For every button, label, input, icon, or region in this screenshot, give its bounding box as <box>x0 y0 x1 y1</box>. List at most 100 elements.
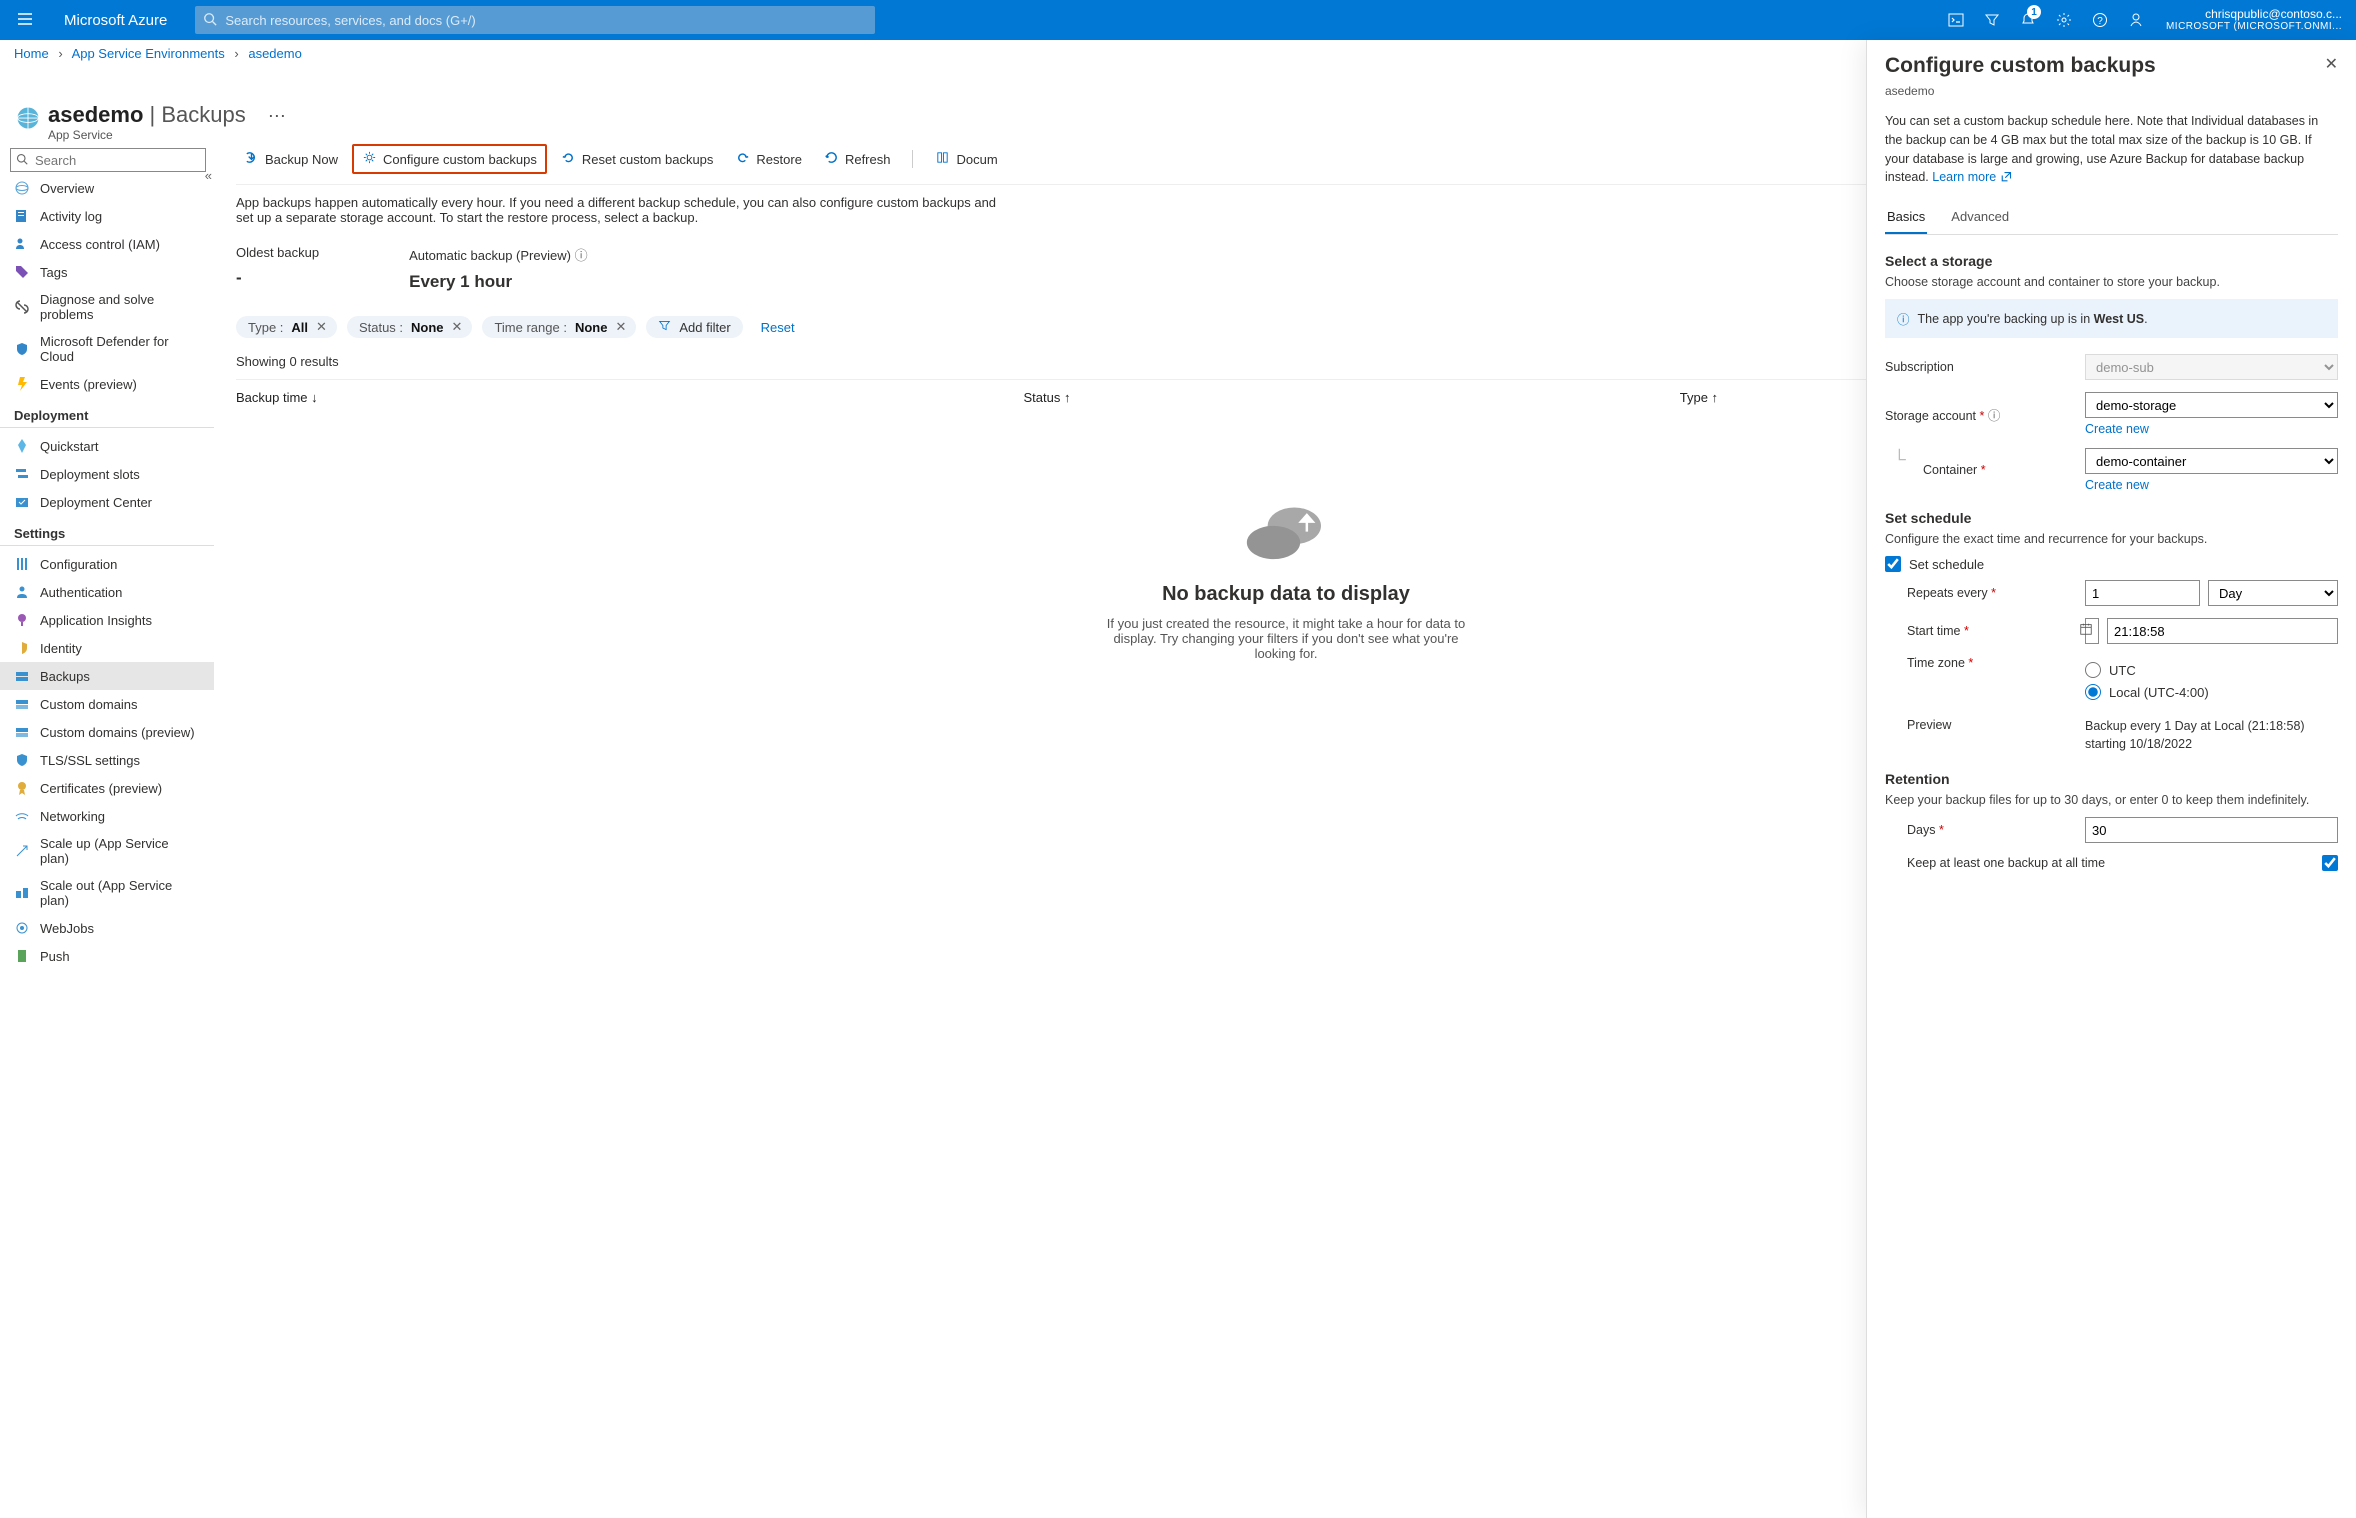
refresh-button[interactable]: Refresh <box>816 146 899 172</box>
cloud-shell-icon[interactable] <box>1940 0 1972 40</box>
account-email: chrisqpublic@contoso.c... <box>2166 7 2342 21</box>
sidebar-item-configuration[interactable]: Configuration <box>0 550 214 578</box>
sidebar-item-push[interactable]: Push <box>0 942 214 970</box>
iam-icon <box>14 236 30 252</box>
sidebar-item-scale-up[interactable]: Scale up (App Service plan) <box>0 830 214 872</box>
container-label: └ Container * <box>1885 463 2085 477</box>
tab-basics[interactable]: Basics <box>1885 201 1927 234</box>
brand-label: Microsoft Azure <box>44 12 187 29</box>
restore-button[interactable]: Restore <box>727 146 810 172</box>
notifications-icon[interactable]: 1 <box>2012 0 2044 40</box>
domains-preview-icon <box>14 724 30 740</box>
remove-filter-icon[interactable]: ✕ <box>316 319 327 335</box>
overview-icon <box>14 180 30 196</box>
info-icon[interactable]: ⓘ <box>1988 409 2001 423</box>
sidebar-item-deployment-center[interactable]: Deployment Center <box>0 488 214 516</box>
sidebar-item-tls-ssl[interactable]: TLS/SSL settings <box>0 746 214 774</box>
repeats-value-input[interactable] <box>2085 580 2200 606</box>
start-time-label: Start time * <box>1907 624 2085 638</box>
hamburger-menu[interactable] <box>6 10 44 31</box>
column-backup-time[interactable]: Backup time ↓ <box>236 390 1024 405</box>
retention-section-heading: Retention <box>1885 771 2338 787</box>
calendar-icon[interactable] <box>2079 622 2093 639</box>
sidebar-item-custom-domains[interactable]: Custom domains <box>0 690 214 718</box>
more-actions-icon[interactable]: ⋯ <box>252 106 286 126</box>
close-blade-button[interactable]: ✕ <box>2325 54 2338 74</box>
filter-chip-type[interactable]: Type : All✕ <box>236 316 337 338</box>
start-time-input[interactable] <box>2107 618 2338 644</box>
info-icon[interactable]: ⓘ <box>575 248 588 263</box>
sidebar-item-certificates[interactable]: Certificates (preview) <box>0 774 214 802</box>
page-description: App backups happen automatically every h… <box>236 185 1016 235</box>
schedule-section-desc: Configure the exact time and recurrence … <box>1885 532 2338 546</box>
subscription-select: demo-sub <box>2085 354 2338 380</box>
timezone-local-radio[interactable]: Local (UTC-4:00) <box>2085 684 2338 700</box>
backups-icon <box>14 668 30 684</box>
create-new-container-link[interactable]: Create new <box>2085 478 2149 492</box>
filter-chip-status[interactable]: Status : None✕ <box>347 316 472 338</box>
configure-custom-backups-button[interactable]: Configure custom backups <box>352 144 547 174</box>
sidebar-item-backups[interactable]: Backups <box>0 662 214 690</box>
sidebar-item-access-control[interactable]: Access control (IAM) <box>0 230 214 258</box>
sidebar-item-authentication[interactable]: Authentication <box>0 578 214 606</box>
notification-badge: 1 <box>2027 5 2041 19</box>
refresh-icon <box>824 150 839 168</box>
sidebar-item-app-insights[interactable]: Application Insights <box>0 606 214 634</box>
collapse-sidebar-icon[interactable]: « <box>205 168 212 183</box>
storage-account-select[interactable]: demo-storage <box>2085 392 2338 418</box>
sidebar-item-quickstart[interactable]: Quickstart <box>0 432 214 460</box>
sidebar-item-webjobs[interactable]: WebJobs <box>0 914 214 942</box>
reset-custom-backups-button[interactable]: Reset custom backups <box>553 146 722 172</box>
column-status[interactable]: Status ↑ <box>1024 390 1680 405</box>
remove-filter-icon[interactable]: ✕ <box>452 319 463 335</box>
account-info[interactable]: chrisqpublic@contoso.c... MICROSOFT (MIC… <box>2158 7 2350 33</box>
documentation-button[interactable]: Docum <box>927 146 1005 172</box>
sidebar-item-custom-domains-preview[interactable]: Custom domains (preview) <box>0 718 214 746</box>
sidebar-item-diagnose[interactable]: Diagnose and solve problems <box>0 286 214 328</box>
settings-icon[interactable] <box>2048 0 2080 40</box>
feedback-icon[interactable] <box>2120 0 2152 40</box>
region-info-box: ⓘ The app you're backing up is in West U… <box>1885 299 2338 338</box>
timezone-utc-radio[interactable]: UTC <box>2085 662 2338 678</box>
sidebar-item-deployment-slots[interactable]: Deployment slots <box>0 460 214 488</box>
reset-filters-link[interactable]: Reset <box>761 320 795 335</box>
app-service-icon <box>14 104 42 132</box>
deploy-center-icon <box>14 494 30 510</box>
sidebar-item-scale-out[interactable]: Scale out (App Service plan) <box>0 872 214 914</box>
blade-subtitle: asedemo <box>1867 84 2356 98</box>
retention-days-label: Days * <box>1907 823 2085 837</box>
global-search-input[interactable] <box>195 6 875 34</box>
container-select[interactable]: demo-container <box>2085 448 2338 474</box>
oldest-backup-value: - <box>236 268 319 288</box>
add-filter-button[interactable]: Add filter <box>646 316 742 338</box>
sidebar-item-overview[interactable]: Overview <box>0 174 214 202</box>
sidebar-item-identity[interactable]: Identity <box>0 634 214 662</box>
sidebar-item-activity-log[interactable]: Activity log <box>0 202 214 230</box>
sidebar-item-events[interactable]: Events (preview) <box>0 370 214 398</box>
push-icon <box>14 948 30 964</box>
repeats-unit-select[interactable]: Day <box>2208 580 2338 606</box>
tab-advanced[interactable]: Advanced <box>1949 201 2011 234</box>
filter-chip-time[interactable]: Time range : None✕ <box>482 316 636 338</box>
create-new-storage-link[interactable]: Create new <box>2085 422 2149 436</box>
search-icon <box>203 12 217 29</box>
configure-backups-blade: Configure custom backups ✕ asedemo You c… <box>1866 40 2356 1518</box>
retention-days-input[interactable] <box>2085 817 2338 843</box>
sidebar-item-networking[interactable]: Networking <box>0 802 214 830</box>
filter-icon[interactable] <box>1976 0 2008 40</box>
webjobs-icon <box>14 920 30 936</box>
network-icon <box>14 808 30 824</box>
sidebar-item-tags[interactable]: Tags <box>0 258 214 286</box>
backup-now-button[interactable]: Backup Now <box>236 146 346 172</box>
timezone-label: Time zone * <box>1907 656 2085 670</box>
sidebar-search-input[interactable] <box>10 148 206 172</box>
info-icon: ⓘ <box>1897 309 1910 328</box>
set-schedule-checkbox[interactable]: Set schedule <box>1885 556 2338 572</box>
toolbar-separator <box>912 150 913 168</box>
help-icon[interactable]: ? <box>2084 0 2116 40</box>
keep-one-backup-checkbox[interactable]: Keep at least one backup at all time <box>1907 855 2338 871</box>
storage-section-desc: Choose storage account and container to … <box>1885 275 2338 289</box>
remove-filter-icon[interactable]: ✕ <box>615 319 626 335</box>
sidebar-item-defender[interactable]: Microsoft Defender for Cloud <box>0 328 214 370</box>
learn-more-link[interactable]: Learn more <box>1932 170 2011 184</box>
